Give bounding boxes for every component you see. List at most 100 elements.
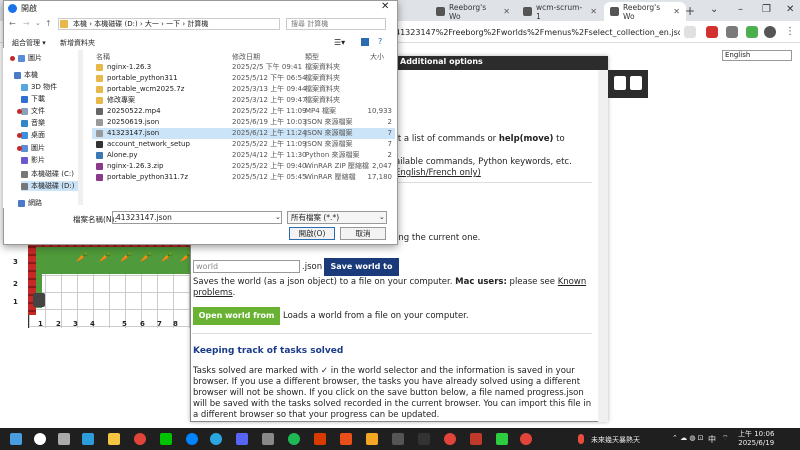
app-icon[interactable] <box>392 433 404 445</box>
discord-icon[interactable] <box>236 433 248 445</box>
search-icon[interactable] <box>34 433 46 445</box>
clock[interactable]: 上午 10:06 2025/6/19 <box>738 430 774 448</box>
language-select[interactable]: English <box>722 50 792 61</box>
file-row[interactable]: 修改專案 2025/3/12 上午 09:47 檔案資料夾 <box>92 95 395 106</box>
open-button[interactable]: 開啟(O) <box>289 227 335 240</box>
menu-icon[interactable]: ⋮ <box>784 26 796 38</box>
new-tab-button[interactable]: + <box>685 4 695 18</box>
spotify-icon[interactable] <box>288 433 300 445</box>
chevron-down-icon[interactable]: ⌄ <box>275 213 281 221</box>
file-size: 2 <box>387 151 392 159</box>
sidebar-item-drive-c[interactable]: 本機磁碟 (C:) <box>21 169 74 179</box>
tab-wcm-scrum[interactable]: wcm-scrum-1 ✕ <box>517 2 603 21</box>
column-header-size[interactable]: 大小 <box>370 52 384 62</box>
ime-indicator[interactable]: 中 <box>708 434 716 445</box>
download-icon[interactable] <box>746 26 758 38</box>
tab-reeborg-active[interactable]: Reeborg's Wo ✕ <box>604 2 686 21</box>
sidebar-item-documents[interactable]: 文件 <box>21 106 45 116</box>
start-icon[interactable] <box>10 433 22 445</box>
sidebar-item-this-pc[interactable]: 本機 <box>14 70 38 80</box>
intro-line-3-link[interactable]: English/French only) <box>395 168 481 179</box>
sidebar-item-drive-d[interactable]: 本機磁碟 (D:) <box>21 181 79 191</box>
app-icon[interactable] <box>366 433 378 445</box>
copilot-icon[interactable] <box>82 433 94 445</box>
preview-pane-icon[interactable] <box>361 38 369 46</box>
app-icon[interactable] <box>470 433 482 445</box>
puzzle-icon[interactable] <box>726 26 738 38</box>
path-breadcrumb[interactable]: 本機 › 本機磁碟 (D:) › 大一 › 一下 › 計算機 <box>58 18 280 30</box>
organize-menu[interactable]: 組合管理 ▾ <box>12 38 46 48</box>
file-row[interactable]: 41323147.json 2025/6/12 上午 11:24 JSON 來源檔案… <box>92 128 395 139</box>
column-header-date[interactable]: 修改日期 <box>232 52 260 62</box>
pen-icon[interactable] <box>614 76 626 90</box>
magnifier-icon[interactable] <box>630 76 642 90</box>
cancel-button[interactable]: 取消 <box>340 227 386 240</box>
chrome-icon[interactable] <box>520 433 532 445</box>
minecraft-icon[interactable] <box>496 433 508 445</box>
task-view-icon[interactable] <box>58 433 70 445</box>
column-header-type[interactable]: 類型 <box>305 52 319 62</box>
filename-input[interactable]: 41323147.json <box>112 211 282 224</box>
up-icon[interactable]: ↑ <box>45 19 52 28</box>
file-row[interactable]: portable_wcm2025.7z 2025/3/13 上午 09:44 檔案資… <box>92 84 395 95</box>
file-row[interactable]: account_network_setup 2025/5/22 上午 11:09 J… <box>92 139 395 150</box>
close-icon[interactable]: ✕ <box>381 1 389 12</box>
open-world-button[interactable]: Open world from file <box>193 307 280 338</box>
help-icon[interactable]: ? <box>378 37 382 46</box>
url-field[interactable]: 41323147%2Freeborg%2Fworlds%2Fmenus%2Fse… <box>395 25 680 40</box>
close-window-button[interactable]: ✕ <box>786 4 794 15</box>
close-tab-icon[interactable]: ✕ <box>673 7 680 16</box>
search-input[interactable]: 搜尋 計算機 <box>286 18 386 30</box>
back-icon[interactable]: ← <box>9 19 16 28</box>
filetype-select[interactable]: 所有檔案 (*.*) <box>287 211 387 224</box>
file-explorer-icon[interactable] <box>108 433 120 445</box>
sidebar-item-desktop[interactable]: 桌面 <box>21 130 45 140</box>
file-row[interactable]: 20250522.mp4 2025/5/22 上午 11:09 MP4 檔案 10,9… <box>92 106 395 117</box>
extension-icon[interactable] <box>706 26 718 38</box>
sidebar-item-music[interactable]: 音樂 <box>21 118 45 128</box>
chevron-down-icon[interactable]: ⌄ <box>379 213 385 221</box>
sidebar-item-downloads[interactable]: 下載 <box>21 94 45 104</box>
close-tab-icon[interactable]: ✕ <box>503 7 510 16</box>
minimize-button[interactable]: – <box>738 4 743 15</box>
sidebar-item-3d-objects[interactable]: 3D 物件 <box>21 82 57 92</box>
chevron-down-icon[interactable]: ⌄ <box>35 19 41 27</box>
save-world-button[interactable]: Save world to file <box>324 258 399 289</box>
file-size: 7 <box>387 140 392 148</box>
close-tab-icon[interactable]: ✕ <box>590 7 597 16</box>
sidebar-item-videos[interactable]: 影片 <box>21 155 45 165</box>
tab-search-icon[interactable]: ⌄ <box>710 4 718 15</box>
weather-text[interactable]: 未來幾天暴熱天 <box>591 435 640 445</box>
view-options-icon[interactable]: ☰▾ <box>334 38 345 47</box>
sidebar-item-pictures[interactable]: 圖片 <box>18 53 42 63</box>
telegram-icon[interactable] <box>210 433 222 445</box>
file-row[interactable]: nginx-1.26.3 2025/2/5 下午 09:41 檔案資料夾 <box>92 62 395 73</box>
messenger-icon[interactable] <box>186 433 198 445</box>
line-icon[interactable] <box>160 433 172 445</box>
profile-avatar[interactable] <box>764 26 776 38</box>
file-row[interactable]: 20250619.json 2025/6/19 上午 10:03 JSON 來源檔案… <box>92 117 395 128</box>
chrome-icon[interactable] <box>444 433 456 445</box>
office-icon[interactable] <box>314 433 326 445</box>
network-icon[interactable]: ⌔ <box>722 434 729 443</box>
app-icon[interactable] <box>418 433 430 445</box>
acrobat-icon[interactable] <box>340 433 352 445</box>
sidebar-item-network[interactable]: 網路 <box>18 198 42 208</box>
file-row[interactable]: portable_python311 2025/5/12 下午 06:54 檔案資料… <box>92 73 395 84</box>
star-icon[interactable] <box>684 26 696 38</box>
forward-icon[interactable]: → <box>23 19 30 28</box>
sidebar-item-pictures-2[interactable]: 圖片 <box>21 143 45 153</box>
file-row[interactable]: portable_python311.7z 2025/5/12 上午 05:45 W… <box>92 172 395 183</box>
tab-reeborg-1[interactable]: Reeborg's Wo ✕ <box>430 2 516 21</box>
column-header-name[interactable]: 名稱 <box>96 52 110 62</box>
sidebar-scrollbar[interactable] <box>78 50 83 205</box>
file-row[interactable]: Alone.py 2025/4/12 上午 11:30 Python 來源檔案 2 <box>92 150 395 161</box>
app-icon[interactable] <box>262 433 274 445</box>
file-row[interactable]: nginx-1.26.3.zip 2025/5/22 上午 09:40 WinRAR… <box>92 161 395 172</box>
new-folder-button[interactable]: 新增資料夾 <box>60 38 95 48</box>
help-scrollbar[interactable] <box>598 70 608 422</box>
world-name-input[interactable]: world <box>193 260 300 273</box>
tray-icons[interactable]: ⌃ ☁ ◍ ⊡ <box>672 434 704 442</box>
maximize-button[interactable]: ❐ <box>762 4 771 15</box>
chrome-icon[interactable] <box>134 433 146 445</box>
